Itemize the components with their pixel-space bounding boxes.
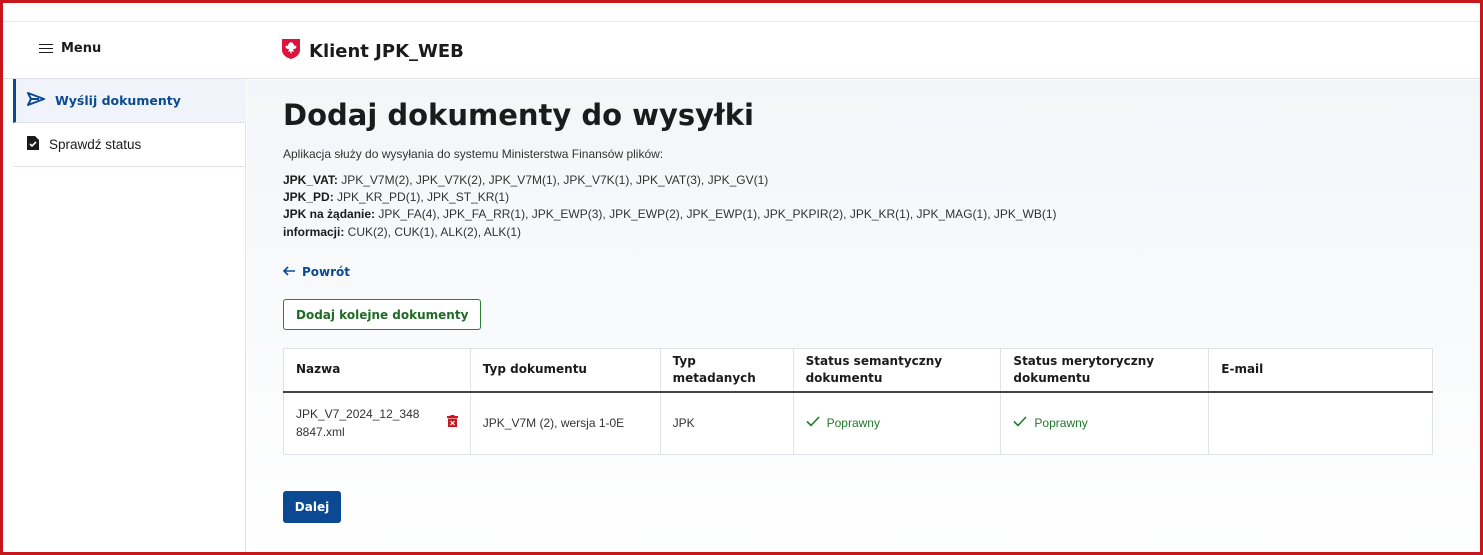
documents-table: Nazwa Typ dokumentu Typ metadanych Statu… xyxy=(283,348,1433,455)
column-header-document-type: Typ dokumentu xyxy=(469,348,661,393)
document-types-list: JPK_VAT: JPK_V7M(2), JPK_V7K(2), JPK_V7M… xyxy=(283,172,1057,241)
file-name: JPK_V7_2024_12_3488847.xml xyxy=(296,407,420,440)
doc-line-jpk-pd: JPK_PD: JPK_KR_PD(1), JPK_ST_KR(1) xyxy=(283,190,510,205)
app-header: Menu Klient JPK_WEB xyxy=(3,22,1480,79)
checkmark-icon xyxy=(806,414,820,432)
menu-button[interactable]: Menu xyxy=(39,41,101,56)
doc-line-information: informacji: CUK(2), CUK(1), ALK(2), ALK(… xyxy=(283,224,522,239)
cell-merit-status: Poprawny xyxy=(1000,391,1210,455)
back-label: Powrót xyxy=(302,265,351,279)
brand: Klient JPK_WEB xyxy=(281,38,464,65)
next-button[interactable]: Dalej xyxy=(283,491,341,523)
back-link[interactable]: Powrót xyxy=(282,265,351,279)
cell-document-type: JPK_V7M (2), wersja 1-0E xyxy=(469,391,661,455)
sidebar: Wyślij dokumenty Sprawdź status xyxy=(3,79,246,552)
menu-label: Menu xyxy=(61,41,102,56)
main-content: Dodaj dokumenty do wysyłki Aplikacja słu… xyxy=(247,80,1480,552)
doc-line-jpk-on-demand: JPK na żądanie: JPK_FA(4), JPK_FA_RR(1),… xyxy=(283,207,1057,222)
add-more-documents-button[interactable]: Dodaj kolejne dokumenty xyxy=(283,299,482,330)
delete-icon[interactable] xyxy=(446,414,458,432)
semantic-status-text: Poprawny xyxy=(826,416,880,431)
column-header-name: Nazwa xyxy=(283,348,471,393)
column-header-metadata-type: Typ metadanych xyxy=(659,348,794,393)
top-strip xyxy=(3,3,1480,22)
column-header-semantic-status: Status semantyczny dokumentu xyxy=(792,348,1002,393)
document-check-icon xyxy=(27,136,39,153)
sidebar-item-check-status[interactable]: Sprawdź status xyxy=(13,123,246,167)
coat-of-arms-icon xyxy=(281,38,301,65)
cell-email xyxy=(1208,391,1433,455)
hamburger-icon xyxy=(39,43,53,54)
cell-name: JPK_V7_2024_12_3488847.xml xyxy=(283,391,471,455)
intro-text: Aplikacja służy do wysyłania do systemu … xyxy=(283,147,664,161)
page-title: Dodaj dokumenty do wysyłki xyxy=(283,98,754,132)
table-row: JPK_V7_2024_12_3488847.xml JPK_V7M (2), … xyxy=(283,391,1433,455)
sidebar-item-send-documents[interactable]: Wyślij dokumenty xyxy=(13,79,246,123)
sidebar-item-label: Wyślij dokumenty xyxy=(55,93,181,108)
cell-semantic-status: Poprawny xyxy=(792,391,1002,455)
sidebar-item-label: Sprawdź status xyxy=(49,137,142,152)
column-header-merit-status: Status merytoryczny dokumentu xyxy=(1000,348,1210,393)
app-frame: Menu Klient JPK_WEB Wyślij dokumenty Spr… xyxy=(0,0,1483,555)
cell-metadata-type: JPK xyxy=(659,391,794,455)
app-title: Klient JPK_WEB xyxy=(309,41,464,62)
table-header-row: Nazwa Typ dokumentu Typ metadanych Statu… xyxy=(283,348,1433,393)
checkmark-icon xyxy=(1013,414,1028,432)
arrow-left-icon xyxy=(282,265,296,279)
doc-line-jpk-vat: JPK_VAT: JPK_V7M(2), JPK_V7K(2), JPK_V7M… xyxy=(283,173,769,187)
merit-status-text: Poprawny xyxy=(1034,416,1088,431)
column-header-email: E-mail xyxy=(1208,348,1433,393)
send-icon xyxy=(27,92,45,109)
